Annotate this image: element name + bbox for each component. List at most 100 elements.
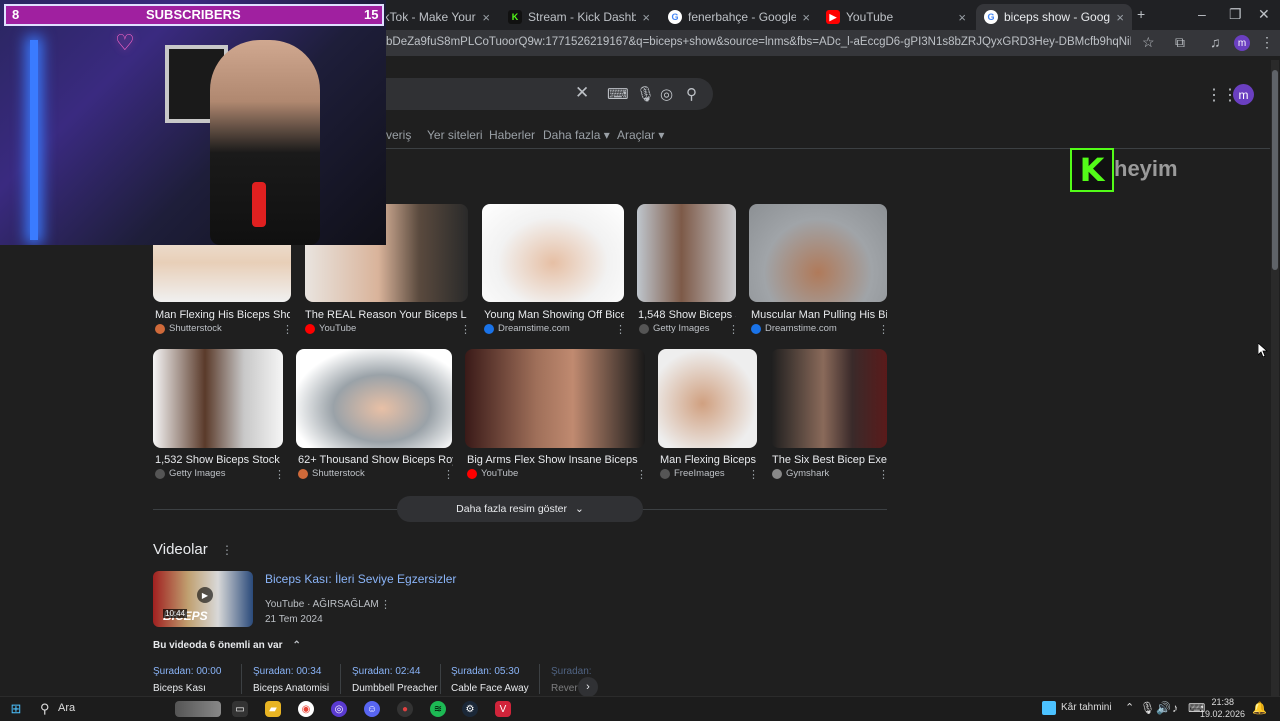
chapter-item[interactable]: Şuradan: 02:44 Dumbbell Preacher bbox=[352, 666, 438, 694]
search-icon[interactable]: ⚲ bbox=[686, 85, 697, 103]
tab-kick[interactable]: K Stream - Kick Dashboard × bbox=[500, 4, 658, 30]
weather-label[interactable]: Kâr tahmini bbox=[1061, 702, 1112, 713]
notifications-icon[interactable]: 🔔 bbox=[1252, 701, 1267, 715]
media-control-icon[interactable]: ♫ bbox=[1210, 34, 1221, 50]
chapter-item[interactable]: Şuradan: 00:34 Biceps Anatomisi bbox=[253, 666, 329, 694]
close-tab-icon[interactable]: × bbox=[958, 10, 966, 25]
image-caption[interactable]: The REAL Reason Your Biceps Look ... bbox=[305, 309, 467, 321]
image-caption[interactable]: 62+ Thousand Show Biceps Royalt... bbox=[298, 454, 453, 466]
close-tab-icon[interactable]: × bbox=[1116, 10, 1124, 25]
image-source[interactable]: Shutterstock bbox=[298, 468, 365, 479]
image-source[interactable]: Getty Images bbox=[639, 323, 710, 334]
more-options-icon[interactable]: ⋮ bbox=[221, 543, 233, 557]
clock-date[interactable]: 19.02.2026 bbox=[1200, 709, 1245, 719]
chapter-item[interactable]: Şuradan: 00:00 Biceps Kası bbox=[153, 666, 221, 694]
chapter-item[interactable]: Şuradan: 05:30 Cable Face Away bbox=[451, 666, 529, 694]
task-view-icon[interactable]: ▭ bbox=[232, 701, 248, 717]
close-tab-icon[interactable]: × bbox=[642, 10, 650, 25]
more-images-button[interactable]: Daha fazla resim göster ⌄ bbox=[397, 496, 643, 522]
more-options-icon[interactable]: ⋮ bbox=[274, 468, 285, 481]
google-account-avatar[interactable]: m bbox=[1233, 84, 1254, 105]
tab-youtube[interactable]: ▶ YouTube × bbox=[818, 4, 974, 30]
image-source[interactable]: Getty Images bbox=[155, 468, 226, 479]
image-source[interactable]: YouTube bbox=[467, 468, 518, 479]
image-result-thumb[interactable] bbox=[658, 349, 757, 448]
steam-icon[interactable]: ⚙ bbox=[462, 701, 478, 717]
close-tab-icon[interactable]: × bbox=[482, 10, 490, 25]
volume-icon[interactable]: ♪ bbox=[1172, 701, 1178, 715]
spotify-icon[interactable]: ≋ bbox=[430, 701, 446, 717]
minimize-icon[interactable]: – bbox=[1198, 6, 1206, 22]
valorant-icon[interactable]: V bbox=[495, 701, 511, 717]
tab-news[interactable]: Haberler bbox=[489, 128, 535, 142]
tab-biceps-show[interactable]: G biceps show - Google'da Ara × bbox=[976, 4, 1132, 30]
maximize-icon[interactable]: ❐ bbox=[1229, 6, 1242, 23]
tab-fenerbahce[interactable]: G fenerbahçe - Google'da Ara × bbox=[660, 4, 818, 30]
image-caption[interactable]: Man Flexing Biceps T... bbox=[660, 454, 757, 466]
image-result-thumb[interactable] bbox=[296, 349, 452, 448]
app-icon[interactable]: ◎ bbox=[331, 701, 347, 717]
image-caption[interactable]: Man Flexing His Biceps Show ... bbox=[155, 309, 290, 321]
tab-places[interactable]: Yer siteleri bbox=[427, 128, 483, 142]
widget-icon[interactable] bbox=[175, 701, 221, 717]
image-result-thumb[interactable] bbox=[482, 204, 624, 302]
windows-start-icon[interactable]: ⊞ bbox=[8, 701, 24, 717]
video-thumbnail[interactable]: BICEPS ▶ 10:44 bbox=[153, 571, 253, 627]
image-result-thumb[interactable] bbox=[749, 204, 887, 302]
lens-icon[interactable]: ◎ bbox=[660, 85, 673, 103]
show-hidden-icons-icon[interactable]: ⌃ bbox=[1125, 701, 1134, 714]
discord-icon[interactable]: ☺ bbox=[364, 701, 380, 717]
image-caption[interactable]: Big Arms Flex Show Insane Biceps bbox=[467, 454, 645, 466]
more-options-icon[interactable]: ⋮ bbox=[615, 323, 626, 336]
image-source[interactable]: Gymshark bbox=[772, 468, 829, 479]
more-options-icon[interactable]: ⋮ bbox=[878, 468, 889, 481]
image-result-thumb[interactable] bbox=[637, 204, 736, 302]
chevron-right-icon[interactable]: › bbox=[578, 677, 598, 697]
menu-kebab-icon[interactable]: ⋮ bbox=[1260, 34, 1274, 51]
image-result-thumb[interactable] bbox=[771, 349, 887, 448]
scrollbar-track[interactable] bbox=[1271, 60, 1279, 696]
speaker-icon[interactable]: 🔊 bbox=[1156, 701, 1171, 715]
more-options-icon[interactable]: ⋮ bbox=[748, 468, 759, 481]
image-caption[interactable]: 1,548 Show Biceps St... bbox=[638, 309, 736, 321]
extensions-icon[interactable]: ⧉ bbox=[1175, 34, 1185, 51]
new-tab-icon[interactable]: + bbox=[1137, 6, 1145, 22]
key-moments-toggle[interactable]: Bu videoda 6 önemli an var ⌃ bbox=[153, 640, 301, 651]
image-source[interactable]: YouTube bbox=[305, 323, 356, 334]
more-options-icon[interactable]: ⋮ bbox=[380, 598, 391, 611]
weather-icon[interactable] bbox=[1042, 701, 1056, 715]
image-caption[interactable]: The Six Best Bicep Exerci... bbox=[772, 454, 887, 466]
close-window-icon[interactable]: ✕ bbox=[1258, 6, 1270, 23]
more-options-icon[interactable]: ⋮ bbox=[728, 323, 739, 336]
search-icon[interactable]: ⚲ bbox=[40, 701, 50, 717]
keyboard-icon[interactable]: ⌨ bbox=[607, 85, 629, 103]
taskbar-search-label[interactable]: Ara bbox=[58, 702, 75, 714]
bookmark-star-icon[interactable]: ☆ bbox=[1142, 34, 1155, 51]
image-caption[interactable]: Muscular Man Pulling His Bice... bbox=[751, 309, 887, 321]
url-field[interactable]: bDeZa9fuS8mPLCoTuoorQ9w:1771526219167&q=… bbox=[386, 36, 1131, 48]
more-options-icon[interactable]: ⋮ bbox=[636, 468, 647, 481]
video-title-link[interactable]: Biceps Kası: İleri Seviye Egzersizler bbox=[265, 572, 456, 586]
clock-time[interactable]: 21:38 bbox=[1204, 697, 1234, 707]
tab-tools[interactable]: Araçlar ▾ bbox=[617, 128, 664, 142]
image-source[interactable]: Dreamstime.com bbox=[751, 323, 837, 334]
image-source[interactable]: FreeImages bbox=[660, 468, 725, 479]
profile-avatar[interactable]: m bbox=[1234, 35, 1250, 51]
file-explorer-icon[interactable]: ▰ bbox=[265, 701, 281, 717]
image-caption[interactable]: Young Man Showing Off Biceps... bbox=[484, 309, 624, 321]
more-options-icon[interactable]: ⋮ bbox=[282, 323, 293, 336]
more-options-icon[interactable]: ⋮ bbox=[878, 323, 889, 336]
scrollbar-thumb[interactable] bbox=[1272, 70, 1278, 270]
image-result-thumb[interactable] bbox=[465, 349, 645, 448]
chrome-icon[interactable]: ◉ bbox=[298, 701, 314, 717]
microphone-icon[interactable]: 🎙 bbox=[1140, 701, 1155, 715]
image-source[interactable]: Dreamstime.com bbox=[484, 323, 570, 334]
search-box[interactable]: ✕ ⌨ 🎙 ◎ ⚲ bbox=[370, 78, 713, 110]
image-result-thumb[interactable] bbox=[153, 349, 283, 448]
tab-more[interactable]: Daha fazla ▾ bbox=[543, 128, 610, 142]
microphone-icon[interactable]: 🎙 bbox=[636, 85, 655, 103]
more-options-icon[interactable]: ⋮ bbox=[443, 468, 454, 481]
more-options-icon[interactable]: ⋮ bbox=[460, 323, 471, 336]
image-caption[interactable]: 1,532 Show Biceps Stock Ph... bbox=[155, 454, 283, 466]
clear-search-icon[interactable]: ✕ bbox=[575, 83, 589, 103]
